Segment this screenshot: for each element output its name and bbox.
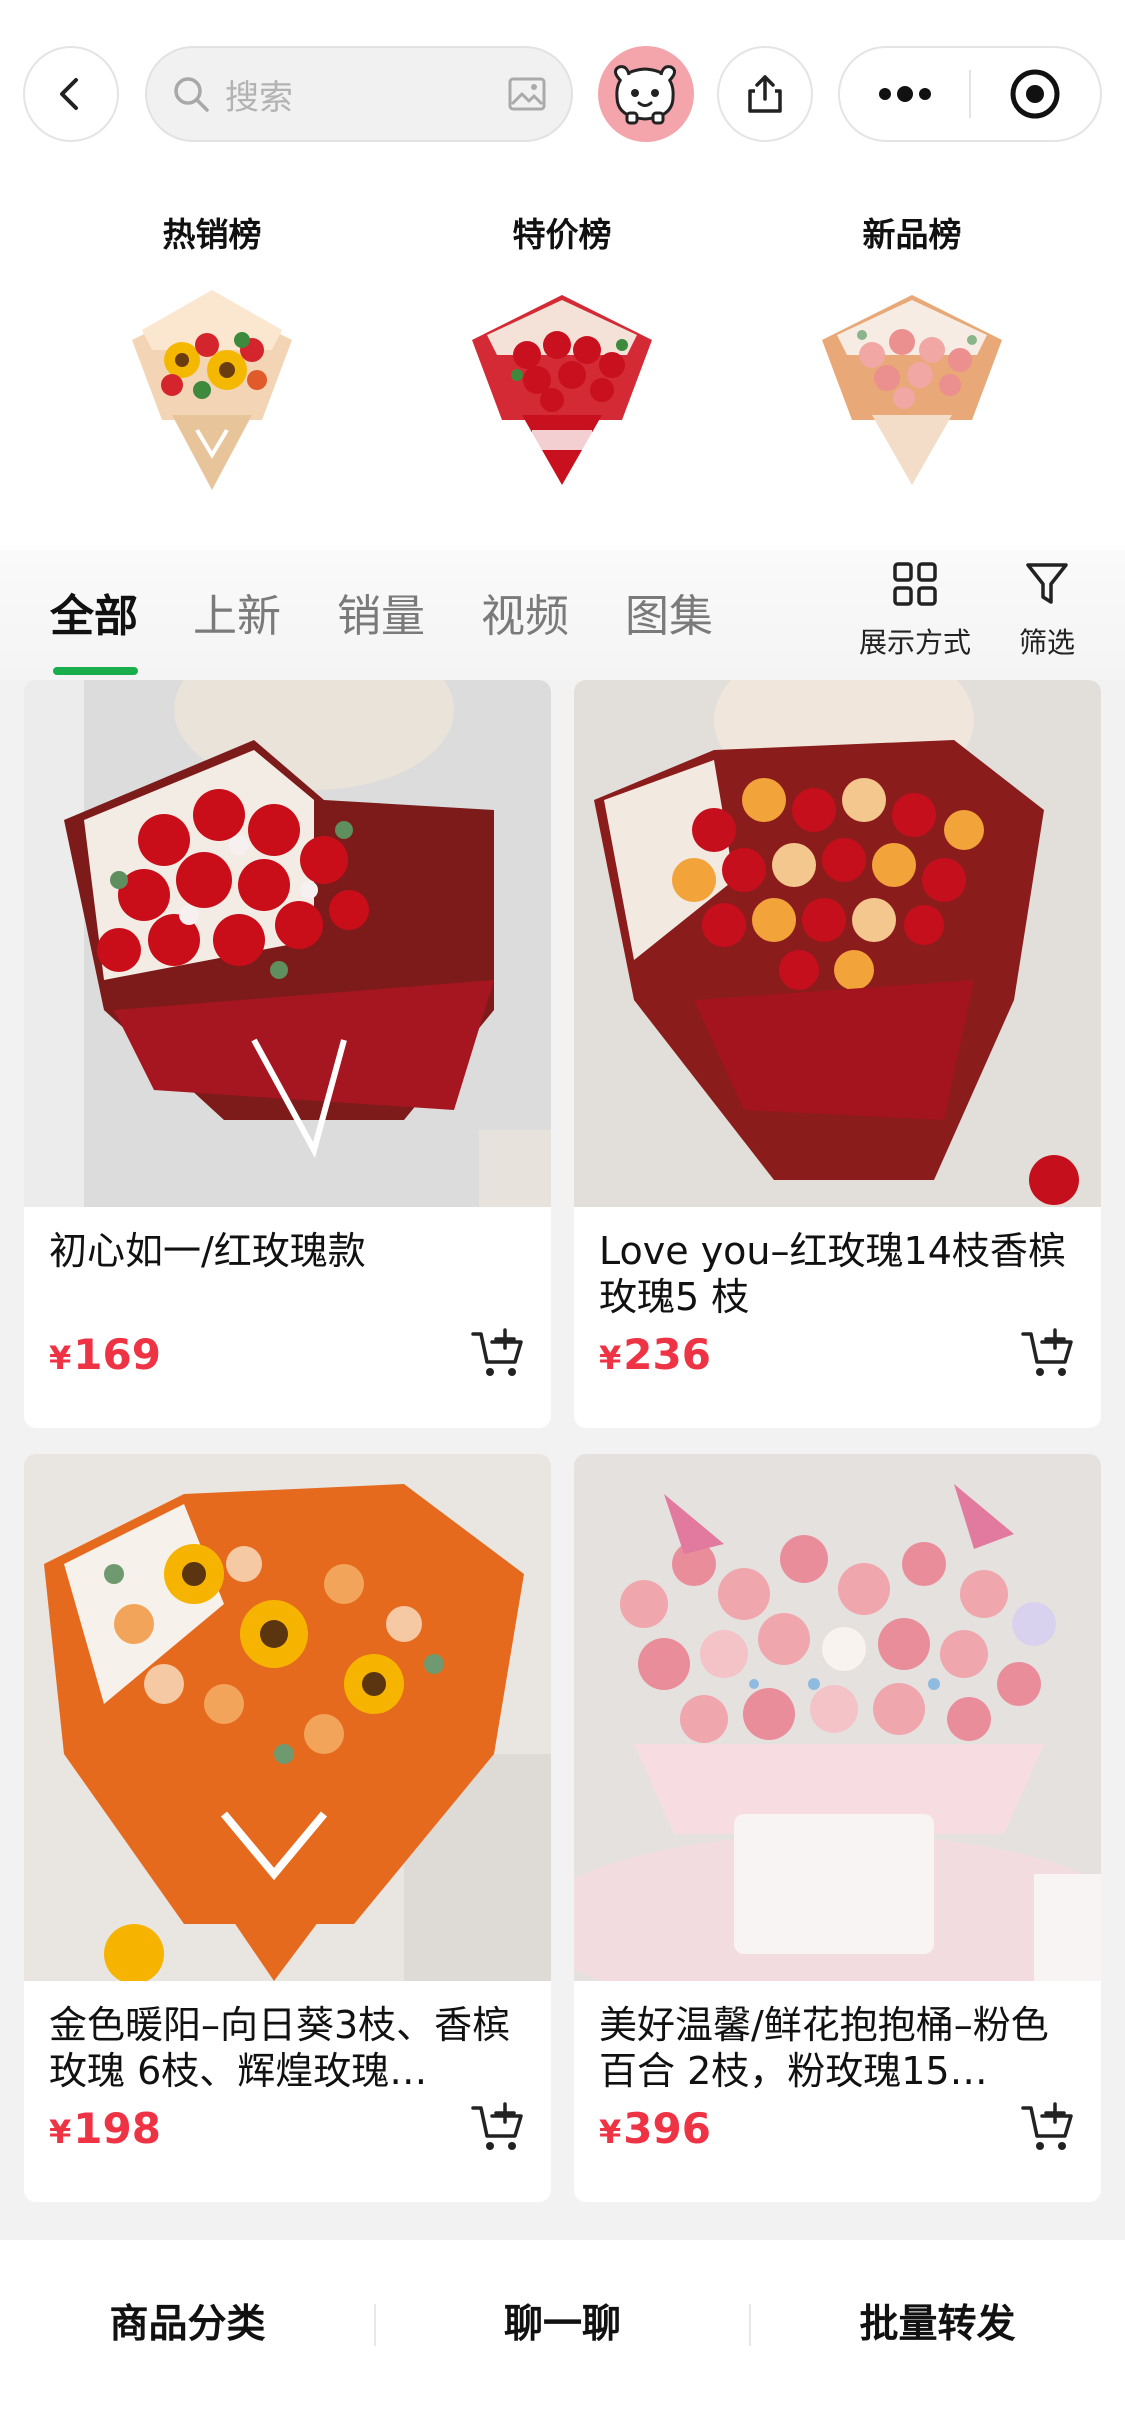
ranking-hot-sales[interactable]: 热销榜 (92, 210, 332, 504)
add-to-cart-icon[interactable] (1020, 1328, 1076, 1380)
product-name: Love you–红玫瑰14枝香槟玫瑰5 枝 (599, 1229, 1066, 1319)
filter-tabs-bar: 全部 上新 销量 视频 图集 展示方式 筛选 (0, 550, 1125, 680)
add-to-cart-icon[interactable] (470, 2102, 526, 2154)
price-value: 236 (623, 1330, 711, 1379)
add-to-cart-icon[interactable] (1020, 2102, 1076, 2154)
display-mode-button[interactable]: 展示方式 (855, 560, 975, 661)
more-dots-icon (878, 86, 931, 102)
chat-button[interactable]: 聊一聊 (375, 2240, 750, 2410)
ranking-title: 新品榜 (862, 215, 962, 254)
store-avatar[interactable] (598, 46, 694, 142)
mascot-logo-icon (614, 65, 676, 125)
close-miniprogram-button[interactable] (971, 48, 1100, 140)
top-navigation-bar: 搜索 (0, 40, 1125, 152)
tab-video[interactable]: 视频 (481, 580, 569, 644)
grid-view-icon (893, 562, 937, 606)
product-image-sunflower-bouquet (24, 1454, 551, 1984)
product-card[interactable]: 美好温馨/鲜花抱抱桶–粉色百合 2枝，粉玫瑰15… ¥396 (574, 1454, 1101, 2202)
filter-funnel-icon (1026, 563, 1068, 604)
image-search-icon[interactable] (507, 74, 547, 114)
ranking-title: 特价榜 (512, 215, 612, 254)
more-options-button[interactable] (840, 48, 969, 140)
product-image-pink-flower-bucket (574, 1454, 1101, 2014)
tab-gallery[interactable]: 图集 (625, 580, 713, 644)
chevron-left-icon (60, 78, 78, 110)
product-price: ¥169 (49, 1330, 161, 1379)
product-image-red-roses (24, 680, 551, 1207)
back-button[interactable] (23, 46, 119, 142)
add-to-cart-icon[interactable] (470, 1328, 526, 1380)
display-mode-label: 展示方式 (858, 626, 971, 659)
product-card[interactable]: Love you–红玫瑰14枝香槟玫瑰5 枝 ¥236 (574, 680, 1101, 1428)
product-name: 金色暖阳–向日葵3枝、香槟玫瑰 6枝、辉煌玫瑰… (49, 2003, 511, 2093)
filter-label: 筛选 (1018, 626, 1075, 659)
search-icon (174, 77, 209, 112)
currency-symbol: ¥ (599, 2113, 622, 2151)
bottom-action-bar: 商品分类 聊一聊 批量转发 (0, 2240, 1125, 2436)
search-placeholder: 搜索 (225, 77, 293, 118)
ranking-special-price[interactable]: 特价榜 (442, 210, 682, 504)
bulk-forward-button[interactable]: 批量转发 (750, 2240, 1125, 2410)
red-rose-bouquet-image (472, 295, 652, 485)
currency-symbol: ¥ (49, 2113, 72, 2151)
price-value: 396 (623, 2104, 711, 2153)
product-price: ¥396 (599, 2104, 711, 2153)
category-button[interactable]: 商品分类 (0, 2240, 375, 2410)
price-value: 169 (73, 1330, 161, 1379)
product-card[interactable]: 初心如一/红玫瑰款 ¥169 (24, 680, 551, 1428)
target-close-icon (1010, 69, 1060, 119)
product-image-red-champagne-roses (574, 680, 1101, 1207)
search-input[interactable]: 搜索 (145, 46, 573, 142)
share-icon (748, 75, 782, 113)
price-value: 198 (73, 2104, 161, 2153)
mini-program-capsule (838, 46, 1102, 142)
product-card[interactable]: 金色暖阳–向日葵3枝、香槟玫瑰 6枝、辉煌玫瑰… ¥198 (24, 1454, 551, 2202)
ranking-title: 热销榜 (162, 215, 262, 254)
tab-new[interactable]: 上新 (193, 580, 281, 644)
currency-symbol: ¥ (49, 1339, 72, 1377)
product-grid: 初心如一/红玫瑰款 ¥169 Love you–红玫瑰14枝香槟玫瑰5 枝 ¥2… (0, 680, 1125, 2240)
ranking-new-arrivals[interactable]: 新品榜 (792, 210, 1032, 504)
sunflower-bouquet-image (132, 290, 292, 490)
product-name: 美好温馨/鲜花抱抱桶–粉色百合 2枝，粉玫瑰15… (599, 2003, 1049, 2093)
tab-sales[interactable]: 销量 (337, 580, 425, 644)
share-button[interactable] (717, 46, 813, 142)
tab-all[interactable]: 全部 (50, 580, 138, 644)
product-price: ¥198 (49, 2104, 161, 2153)
filter-button[interactable]: 筛选 (1007, 560, 1087, 661)
product-name: 初心如一/红玫瑰款 (49, 1229, 366, 1273)
currency-symbol: ¥ (599, 1339, 622, 1377)
ranking-lists: 热销榜 特价榜 新品榜 (0, 210, 1125, 540)
pink-carnation-bouquet-image (822, 295, 1002, 485)
active-tab-indicator (53, 667, 138, 675)
product-price: ¥236 (599, 1330, 711, 1379)
